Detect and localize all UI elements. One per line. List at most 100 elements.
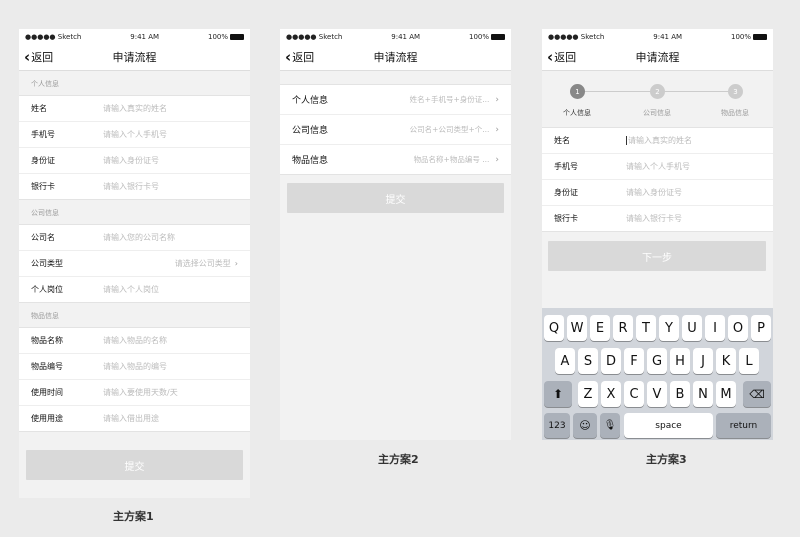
key-w[interactable]: W <box>567 315 587 341</box>
caption-plan-3: 主方案3 <box>646 453 687 466</box>
key-h[interactable]: H <box>670 348 690 374</box>
key-d[interactable]: D <box>601 348 621 374</box>
battery-label: 100% <box>207 32 228 41</box>
key-n[interactable]: N <box>693 381 713 407</box>
field-phone[interactable]: 手机号 请输入个人手机号 <box>19 122 250 148</box>
caption-plan-2: 主方案2 <box>378 453 419 466</box>
carrier-label: ●●●●● Sketch <box>25 32 82 41</box>
field-name[interactable]: 姓名 请输入真实的姓名 <box>542 128 773 154</box>
form-group-personal: 姓名 请输入真实的姓名 手机号 请输入个人手机号 身份证 请输入身份证号 银行卡 请输入… <box>542 127 773 232</box>
clock-label: 9:41 AM <box>130 32 160 41</box>
chevron-right-icon: › <box>495 95 499 105</box>
phone-plan-3: ●●●●● Sketch 9:41 AM 100% ‹ 返回 申请流程 1 2 3… <box>542 29 773 440</box>
step-label-3: 物品信息 <box>721 109 749 117</box>
section-label-company: 公司信息 <box>31 209 59 217</box>
submit-button[interactable]: 提交 <box>287 183 504 213</box>
back-button[interactable]: ‹ 返回 <box>285 44 314 70</box>
key-l[interactable]: L <box>739 348 759 374</box>
battery-icon <box>230 33 244 40</box>
chevron-left-icon: ‹ <box>24 47 31 66</box>
key-r[interactable]: R <box>613 315 633 341</box>
chevron-right-icon: › <box>495 125 499 135</box>
nav-bar: ‹ 返回 申请流程 <box>542 44 773 71</box>
key-k[interactable]: K <box>716 348 736 374</box>
page-title: 申请流程 <box>112 51 157 64</box>
back-button[interactable]: ‹ 返回 <box>547 44 576 70</box>
chevron-right-icon: › <box>495 155 499 165</box>
key-t[interactable]: T <box>636 315 656 341</box>
key-y[interactable]: Y <box>659 315 679 341</box>
key-o[interactable]: O <box>728 315 748 341</box>
chevron-right-icon: › <box>234 259 238 268</box>
phone-plan-2: ●●●●● Sketch 9:41 AM 100% ‹ 返回 申请流程 个人信息姓… <box>280 29 511 440</box>
backspace-icon: ⌫ <box>749 387 765 401</box>
key-j[interactable]: J <box>693 348 713 374</box>
field-bank-card[interactable]: 银行卡 请输入银行卡号 <box>542 206 773 231</box>
key-m[interactable]: M <box>716 381 736 407</box>
page-title: 申请流程 <box>373 51 418 64</box>
field-id-card[interactable]: 身份证 请输入身份证号 <box>19 148 250 174</box>
key-s[interactable]: S <box>578 348 598 374</box>
step-label-2: 公司信息 <box>643 109 671 117</box>
back-button[interactable]: ‹ 返回 <box>24 44 53 70</box>
step-dot-3: 3 <box>728 84 743 99</box>
step-label-1: 个人信息 <box>563 109 591 117</box>
key-z[interactable]: Z <box>578 381 598 407</box>
field-use-purpose[interactable]: 使用用途 请输入借出用途 <box>19 406 250 431</box>
field-id-card[interactable]: 身份证 请输入身份证号 <box>542 180 773 206</box>
battery-icon <box>753 33 767 40</box>
space-key[interactable]: space <box>624 413 713 438</box>
field-position[interactable]: 个人岗位 请输入个人岗位 <box>19 277 250 302</box>
submit-button[interactable]: 提交 <box>26 450 243 480</box>
field-company-type[interactable]: 公司类型 请选择公司类型 › <box>19 251 250 277</box>
section-label-personal: 个人信息 <box>31 80 59 88</box>
key-f[interactable]: F <box>624 348 644 374</box>
battery-label: 100% <box>468 32 489 41</box>
step-indicator: 1 2 3 个人信息 公司信息 物品信息 <box>542 71 773 127</box>
shift-icon: ⬆ <box>552 387 564 401</box>
field-use-time[interactable]: 使用时间 请输入要使用天数/天 <box>19 380 250 406</box>
numbers-key[interactable]: 123 <box>544 413 570 438</box>
section-label-item: 物品信息 <box>31 312 59 320</box>
chevron-left-icon: ‹ <box>285 47 292 66</box>
backspace-key[interactable]: ⌫ <box>743 381 771 407</box>
emoji-key[interactable]: ☺ <box>573 413 597 438</box>
clock-label: 9:41 AM <box>391 32 421 41</box>
field-company-name[interactable]: 公司名 请输入您的公司名称 <box>19 225 250 251</box>
section-list: 个人信息 姓名+手机号+身份证... › 公司信息 公司名+公司类型+个... › 物品… <box>280 84 511 175</box>
phone-plan-1: ●●●●● Sketch 9:41 AM 100% ‹ 返回 申请流程 个人信息 … <box>19 29 250 498</box>
key-a[interactable]: A <box>555 348 575 374</box>
keyboard: Q W E R T Y U I O P A S D F G H J K L ⬆ … <box>542 308 773 440</box>
key-e[interactable]: E <box>590 315 610 341</box>
key-q[interactable]: Q <box>544 315 564 341</box>
status-bar: ●●●●● Sketch 9:41 AM 100% <box>19 29 250 44</box>
step-dot-1: 1 <box>570 84 585 99</box>
nav-bar: ‹ 返回 申请流程 <box>19 44 250 71</box>
emoji-icon: ☺ <box>579 419 591 432</box>
field-item-number[interactable]: 物品编号 请输入物品的编号 <box>19 354 250 380</box>
key-u[interactable]: U <box>682 315 702 341</box>
chevron-left-icon: ‹ <box>547 47 554 66</box>
key-v[interactable]: V <box>647 381 667 407</box>
form-group-item: 物品名称 请输入物品的名称 物品编号 请输入物品的编号 使用时间 请输入要使用天数/天… <box>19 327 250 432</box>
form-group-personal: 姓名 请输入真实的姓名 手机号 请输入个人手机号 身份证 请输入身份证号 银行卡 请输入… <box>19 95 250 200</box>
key-x[interactable]: X <box>601 381 621 407</box>
shift-key[interactable]: ⬆ <box>544 381 572 407</box>
key-c[interactable]: C <box>624 381 644 407</box>
field-name[interactable]: 姓名 请输入真实的姓名 <box>19 96 250 122</box>
key-p[interactable]: P <box>751 315 771 341</box>
next-button[interactable]: 下一步 <box>548 241 766 271</box>
form-group-company: 公司名 请输入您的公司名称 公司类型 请选择公司类型 › 个人岗位 请输入个人岗位 <box>19 224 250 303</box>
microphone-key[interactable]: 🎙 <box>600 413 620 438</box>
return-key[interactable]: return <box>716 413 771 438</box>
list-item-company[interactable]: 公司信息 公司名+公司类型+个... › <box>280 115 511 145</box>
key-i[interactable]: I <box>705 315 725 341</box>
field-bank-card[interactable]: 银行卡 请输入银行卡号 <box>19 174 250 199</box>
status-bar: ●●●●● Sketch 9:41 AM 100% <box>542 29 773 44</box>
field-item-name[interactable]: 物品名称 请输入物品的名称 <box>19 328 250 354</box>
list-item-item[interactable]: 物品信息 物品名称+物品编号 ... › <box>280 145 511 174</box>
list-item-personal[interactable]: 个人信息 姓名+手机号+身份证... › <box>280 85 511 115</box>
field-phone[interactable]: 手机号 请输入个人手机号 <box>542 154 773 180</box>
key-g[interactable]: G <box>647 348 667 374</box>
key-b[interactable]: B <box>670 381 690 407</box>
